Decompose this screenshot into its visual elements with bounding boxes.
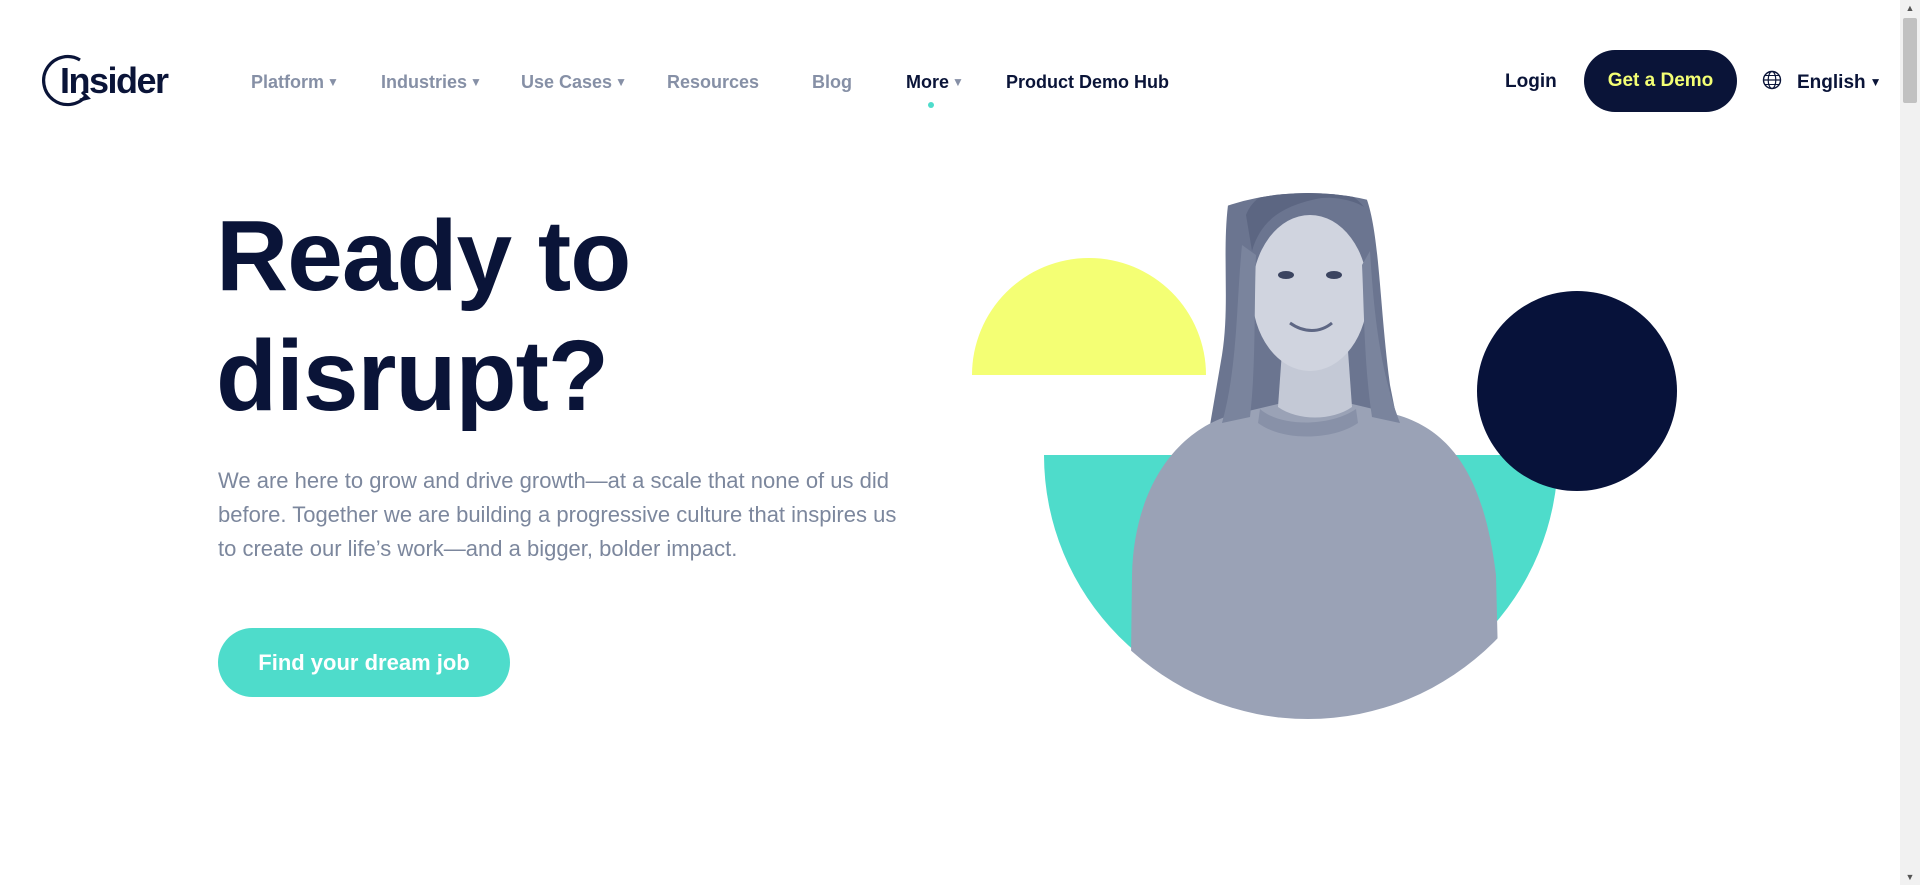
globe-icon[interactable] [1762,70,1782,90]
login-link[interactable]: Login [1505,70,1557,94]
language-selector[interactable]: English ▼ [1797,70,1882,95]
hero-illustration [972,193,1677,719]
hero-title-line-1: Ready to [216,200,631,312]
nav-item-product-demo-hub[interactable]: Product Demo Hub [1006,70,1169,94]
page-scrollbar[interactable]: ▲ ▼ [1900,0,1920,885]
nav-label: Use Cases [521,72,613,92]
hero-title: Ready to disrupt? [216,196,916,436]
nav-item-use-cases[interactable]: Use Cases ▼ [521,70,627,94]
scroll-down-arrow-icon[interactable]: ▼ [1900,869,1920,885]
person-photo [1130,193,1500,719]
scroll-up-arrow-icon[interactable]: ▲ [1900,0,1920,16]
nav-label: Resources [667,72,760,92]
page: Insider Platform ▼ Industries ▼ Use Cases ▼… [0,0,1900,885]
yellow-semicircle-shape [972,258,1206,375]
nav-item-platform[interactable]: Platform ▼ [251,70,339,94]
nav-label: Platform [251,72,325,92]
find-dream-job-button[interactable]: Find your dream job [218,628,510,697]
caret-down-icon: ▼ [470,75,482,89]
get-a-demo-button[interactable]: Get a Demo [1584,50,1737,112]
caret-down-icon: ▼ [615,75,627,89]
caret-down-icon: ▼ [1869,75,1882,89]
logo-text: Insider [60,60,169,101]
nav-item-blog[interactable]: Blog [812,70,852,94]
nav-label: Industries [381,72,468,92]
hero-description: We are here to grow and drive growth—at … [218,468,897,561]
nav-label: Blog [812,72,852,92]
nav-active-indicator [928,102,934,108]
nav-label: Product Demo Hub [1006,72,1170,92]
scroll-thumb[interactable] [1903,18,1917,103]
hero-title-line-2: disrupt? [216,320,609,432]
caret-down-icon: ▼ [952,75,964,89]
insider-logo[interactable]: Insider [40,52,169,110]
nav-item-industries[interactable]: Industries ▼ [381,70,482,94]
nav-item-more[interactable]: More ▼ [906,70,964,94]
navy-circle-shape [1477,291,1677,491]
nav-label: More [906,72,950,92]
nav-item-resources[interactable]: Resources [667,70,759,94]
language-label: English [1797,72,1866,93]
caret-down-icon: ▼ [327,75,339,89]
